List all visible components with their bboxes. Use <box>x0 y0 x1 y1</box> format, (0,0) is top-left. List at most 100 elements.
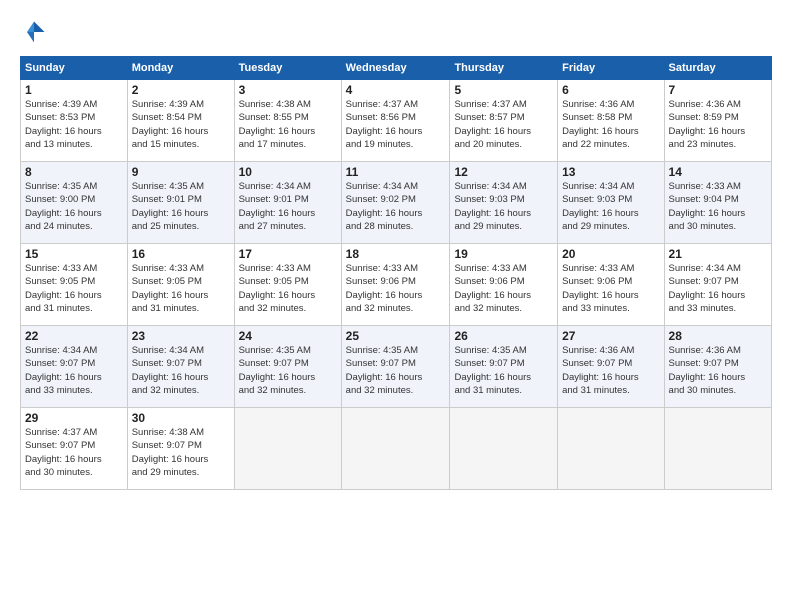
day-number: 10 <box>239 165 337 179</box>
day-number: 21 <box>669 247 767 261</box>
day-number: 28 <box>669 329 767 343</box>
calendar-cell: 21Sunrise: 4:34 AM Sunset: 9:07 PM Dayli… <box>664 244 771 326</box>
day-info: Sunrise: 4:34 AM Sunset: 9:07 PM Dayligh… <box>669 262 767 315</box>
calendar-cell: 15Sunrise: 4:33 AM Sunset: 9:05 PM Dayli… <box>21 244 128 326</box>
calendar-table: SundayMondayTuesdayWednesdayThursdayFrid… <box>20 56 772 490</box>
day-number: 24 <box>239 329 337 343</box>
day-number: 7 <box>669 83 767 97</box>
calendar-cell: 29Sunrise: 4:37 AM Sunset: 9:07 PM Dayli… <box>21 408 128 490</box>
calendar-cell: 5Sunrise: 4:37 AM Sunset: 8:57 PM Daylig… <box>450 80 558 162</box>
day-info: Sunrise: 4:33 AM Sunset: 9:05 PM Dayligh… <box>132 262 230 315</box>
day-number: 26 <box>454 329 553 343</box>
calendar-cell <box>341 408 450 490</box>
weekday-header-row: SundayMondayTuesdayWednesdayThursdayFrid… <box>21 57 772 80</box>
calendar-cell <box>558 408 664 490</box>
calendar-cell: 1Sunrise: 4:39 AM Sunset: 8:53 PM Daylig… <box>21 80 128 162</box>
day-info: Sunrise: 4:36 AM Sunset: 9:07 PM Dayligh… <box>669 344 767 397</box>
day-number: 30 <box>132 411 230 425</box>
day-info: Sunrise: 4:34 AM Sunset: 9:07 PM Dayligh… <box>132 344 230 397</box>
weekday-header: Monday <box>127 57 234 80</box>
day-number: 14 <box>669 165 767 179</box>
weekday-header: Thursday <box>450 57 558 80</box>
day-number: 17 <box>239 247 337 261</box>
day-info: Sunrise: 4:33 AM Sunset: 9:06 PM Dayligh… <box>346 262 446 315</box>
day-info: Sunrise: 4:33 AM Sunset: 9:05 PM Dayligh… <box>25 262 123 315</box>
day-number: 23 <box>132 329 230 343</box>
calendar-cell: 14Sunrise: 4:33 AM Sunset: 9:04 PM Dayli… <box>664 162 771 244</box>
day-info: Sunrise: 4:33 AM Sunset: 9:04 PM Dayligh… <box>669 180 767 233</box>
calendar-cell: 19Sunrise: 4:33 AM Sunset: 9:06 PM Dayli… <box>450 244 558 326</box>
day-info: Sunrise: 4:37 AM Sunset: 9:07 PM Dayligh… <box>25 426 123 479</box>
day-number: 29 <box>25 411 123 425</box>
day-info: Sunrise: 4:36 AM Sunset: 8:58 PM Dayligh… <box>562 98 659 151</box>
calendar-cell: 13Sunrise: 4:34 AM Sunset: 9:03 PM Dayli… <box>558 162 664 244</box>
calendar-cell <box>664 408 771 490</box>
calendar-cell: 22Sunrise: 4:34 AM Sunset: 9:07 PM Dayli… <box>21 326 128 408</box>
day-number: 1 <box>25 83 123 97</box>
day-info: Sunrise: 4:35 AM Sunset: 9:07 PM Dayligh… <box>239 344 337 397</box>
day-number: 12 <box>454 165 553 179</box>
day-info: Sunrise: 4:35 AM Sunset: 9:07 PM Dayligh… <box>346 344 446 397</box>
day-number: 11 <box>346 165 446 179</box>
calendar-cell: 20Sunrise: 4:33 AM Sunset: 9:06 PM Dayli… <box>558 244 664 326</box>
day-number: 16 <box>132 247 230 261</box>
day-number: 8 <box>25 165 123 179</box>
day-info: Sunrise: 4:34 AM Sunset: 9:03 PM Dayligh… <box>562 180 659 233</box>
weekday-header: Wednesday <box>341 57 450 80</box>
calendar-cell: 3Sunrise: 4:38 AM Sunset: 8:55 PM Daylig… <box>234 80 341 162</box>
calendar-cell: 26Sunrise: 4:35 AM Sunset: 9:07 PM Dayli… <box>450 326 558 408</box>
day-info: Sunrise: 4:33 AM Sunset: 9:05 PM Dayligh… <box>239 262 337 315</box>
calendar-week-row: 29Sunrise: 4:37 AM Sunset: 9:07 PM Dayli… <box>21 408 772 490</box>
calendar-cell: 8Sunrise: 4:35 AM Sunset: 9:00 PM Daylig… <box>21 162 128 244</box>
day-info: Sunrise: 4:38 AM Sunset: 8:55 PM Dayligh… <box>239 98 337 151</box>
calendar-cell: 25Sunrise: 4:35 AM Sunset: 9:07 PM Dayli… <box>341 326 450 408</box>
day-number: 20 <box>562 247 659 261</box>
weekday-header: Saturday <box>664 57 771 80</box>
weekday-header: Tuesday <box>234 57 341 80</box>
logo <box>20 18 52 46</box>
calendar-cell: 18Sunrise: 4:33 AM Sunset: 9:06 PM Dayli… <box>341 244 450 326</box>
calendar-cell: 10Sunrise: 4:34 AM Sunset: 9:01 PM Dayli… <box>234 162 341 244</box>
calendar-cell: 9Sunrise: 4:35 AM Sunset: 9:01 PM Daylig… <box>127 162 234 244</box>
calendar-week-row: 8Sunrise: 4:35 AM Sunset: 9:00 PM Daylig… <box>21 162 772 244</box>
day-number: 22 <box>25 329 123 343</box>
day-info: Sunrise: 4:39 AM Sunset: 8:54 PM Dayligh… <box>132 98 230 151</box>
day-number: 5 <box>454 83 553 97</box>
day-info: Sunrise: 4:34 AM Sunset: 9:02 PM Dayligh… <box>346 180 446 233</box>
page: SundayMondayTuesdayWednesdayThursdayFrid… <box>0 0 792 612</box>
calendar-cell <box>450 408 558 490</box>
day-info: Sunrise: 4:39 AM Sunset: 8:53 PM Dayligh… <box>25 98 123 151</box>
day-info: Sunrise: 4:34 AM Sunset: 9:07 PM Dayligh… <box>25 344 123 397</box>
calendar-cell: 24Sunrise: 4:35 AM Sunset: 9:07 PM Dayli… <box>234 326 341 408</box>
day-number: 9 <box>132 165 230 179</box>
day-number: 18 <box>346 247 446 261</box>
day-info: Sunrise: 4:34 AM Sunset: 9:03 PM Dayligh… <box>454 180 553 233</box>
calendar-cell: 2Sunrise: 4:39 AM Sunset: 8:54 PM Daylig… <box>127 80 234 162</box>
calendar-cell: 17Sunrise: 4:33 AM Sunset: 9:05 PM Dayli… <box>234 244 341 326</box>
logo-icon <box>20 18 48 46</box>
weekday-header: Friday <box>558 57 664 80</box>
day-info: Sunrise: 4:37 AM Sunset: 8:57 PM Dayligh… <box>454 98 553 151</box>
day-number: 4 <box>346 83 446 97</box>
header <box>20 18 772 46</box>
calendar-cell: 12Sunrise: 4:34 AM Sunset: 9:03 PM Dayli… <box>450 162 558 244</box>
day-info: Sunrise: 4:35 AM Sunset: 9:01 PM Dayligh… <box>132 180 230 233</box>
day-number: 13 <box>562 165 659 179</box>
day-number: 15 <box>25 247 123 261</box>
day-info: Sunrise: 4:36 AM Sunset: 8:59 PM Dayligh… <box>669 98 767 151</box>
day-info: Sunrise: 4:34 AM Sunset: 9:01 PM Dayligh… <box>239 180 337 233</box>
calendar-cell: 23Sunrise: 4:34 AM Sunset: 9:07 PM Dayli… <box>127 326 234 408</box>
calendar-cell: 27Sunrise: 4:36 AM Sunset: 9:07 PM Dayli… <box>558 326 664 408</box>
day-number: 2 <box>132 83 230 97</box>
weekday-header: Sunday <box>21 57 128 80</box>
calendar-cell: 6Sunrise: 4:36 AM Sunset: 8:58 PM Daylig… <box>558 80 664 162</box>
calendar-cell: 7Sunrise: 4:36 AM Sunset: 8:59 PM Daylig… <box>664 80 771 162</box>
day-info: Sunrise: 4:33 AM Sunset: 9:06 PM Dayligh… <box>454 262 553 315</box>
day-info: Sunrise: 4:35 AM Sunset: 9:07 PM Dayligh… <box>454 344 553 397</box>
calendar-cell: 28Sunrise: 4:36 AM Sunset: 9:07 PM Dayli… <box>664 326 771 408</box>
calendar-cell: 30Sunrise: 4:38 AM Sunset: 9:07 PM Dayli… <box>127 408 234 490</box>
day-number: 19 <box>454 247 553 261</box>
day-info: Sunrise: 4:37 AM Sunset: 8:56 PM Dayligh… <box>346 98 446 151</box>
calendar-cell: 4Sunrise: 4:37 AM Sunset: 8:56 PM Daylig… <box>341 80 450 162</box>
calendar-cell <box>234 408 341 490</box>
